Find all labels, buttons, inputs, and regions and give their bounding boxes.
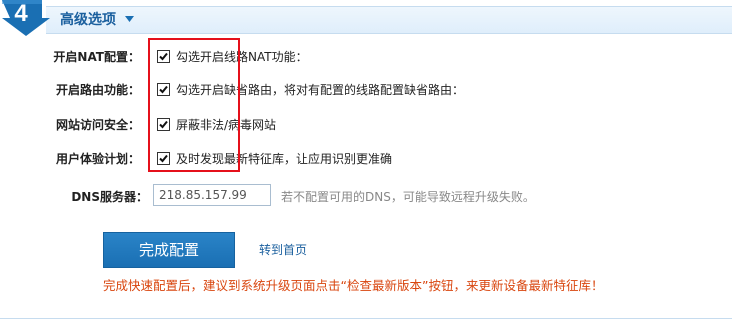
dns-input[interactable] xyxy=(153,184,271,206)
option-label: 开启NAT配置： xyxy=(53,50,140,64)
section-header: 4 高级选项 xyxy=(0,0,732,36)
checkmark-icon xyxy=(159,52,168,61)
chevron-down-icon xyxy=(124,16,134,22)
option-row-web-security: 网站访问安全： 屏蔽非法/病毒网站 xyxy=(0,114,732,136)
option-row-nat: 开启NAT配置： 勾选开启线路NAT功能： xyxy=(0,46,732,68)
option-text: 勾选开启缺省路由，将对有配置的线路配置缺省路由： xyxy=(176,83,465,97)
option-text: 勾选开启线路NAT功能： xyxy=(176,50,308,64)
checkmark-icon xyxy=(159,154,168,163)
dns-label: DNS服务器： xyxy=(71,190,148,204)
option-label: 网站访问安全： xyxy=(55,118,140,132)
step-number: 4 xyxy=(14,0,28,27)
bottom-divider xyxy=(0,318,732,319)
section-title-text: 高级选项 xyxy=(60,12,116,28)
option-row-experience: 用户体验计划： 及时发现最新特征库，让应用识别更准确 xyxy=(0,148,732,170)
checkmark-icon xyxy=(159,85,168,94)
option-label: 用户体验计划： xyxy=(55,152,140,166)
option-text: 屏蔽非法/病毒网站 xyxy=(176,118,277,132)
dns-hint: 若不配置可用的DNS，可能导致远程升级失败。 xyxy=(281,190,535,204)
option-label: 开启路由功能： xyxy=(55,83,140,97)
option-text: 及时发现最新特征库，让应用识别更准确 xyxy=(176,152,393,166)
go-home-link[interactable]: 转到首页 xyxy=(259,240,307,260)
upgrade-tip: 完成快速配置后，建议到系统升级页面点击“检查最新版本”按钮，来更新设备最新特征库… xyxy=(103,278,604,293)
header-band xyxy=(46,6,732,34)
finish-config-button[interactable]: 完成配置 xyxy=(103,232,235,268)
nat-checkbox[interactable] xyxy=(157,50,170,63)
experience-checkbox[interactable] xyxy=(157,152,170,165)
step-badge: 4 xyxy=(0,0,50,36)
web-security-checkbox[interactable] xyxy=(157,118,170,131)
routing-checkbox[interactable] xyxy=(157,83,170,96)
checkmark-icon xyxy=(159,120,168,129)
option-row-routing: 开启路由功能： 勾选开启缺省路由，将对有配置的线路配置缺省路由： xyxy=(0,79,732,101)
section-title[interactable]: 高级选项 xyxy=(60,10,134,30)
